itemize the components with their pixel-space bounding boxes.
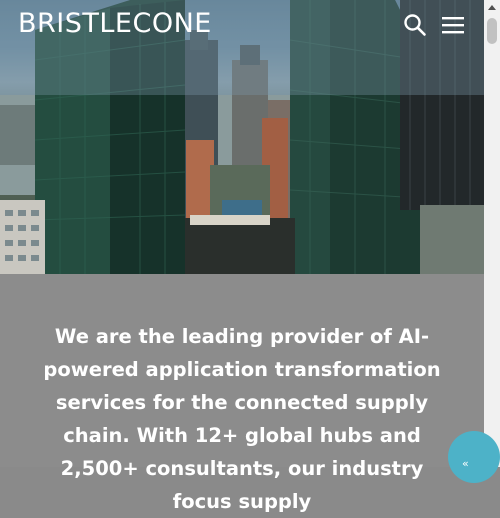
page-scrollbar[interactable] [484, 0, 500, 467]
scrollbar-thumb[interactable] [487, 18, 497, 44]
brand-logo[interactable]: BRISTLECONE [18, 8, 212, 40]
scroll-up-arrow-icon[interactable] [484, 0, 500, 16]
intro-text: We are the leading provider of AI-powere… [43, 325, 441, 513]
chat-icon: « [462, 457, 469, 470]
site-header: BRISTLECONE [0, 0, 484, 50]
search-icon[interactable] [403, 13, 427, 37]
hamburger-menu-icon[interactable] [441, 14, 467, 36]
chat-widget-button[interactable]: « [448, 431, 500, 483]
hero-image: BRISTLECONE [0, 0, 484, 274]
intro-section: We are the leading provider of AI-powere… [0, 274, 484, 513]
